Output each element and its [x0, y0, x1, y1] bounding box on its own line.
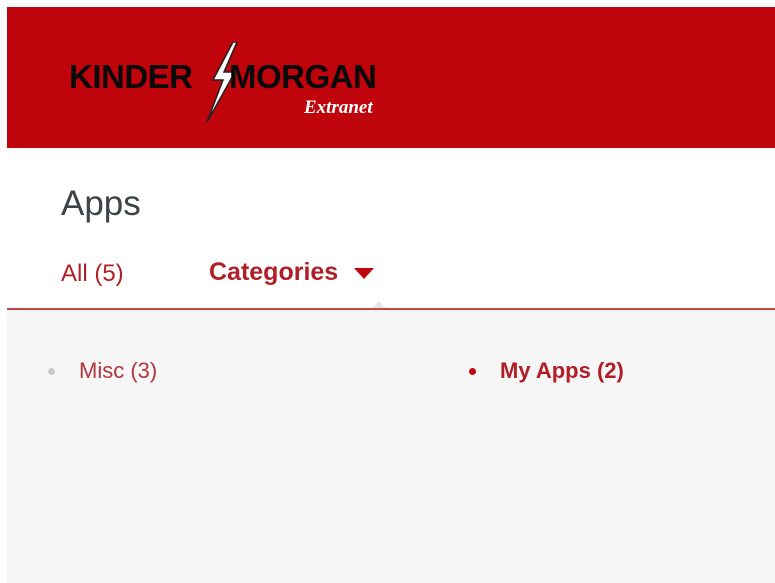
categories-panel: Misc (3) My Apps (2) — [7, 310, 775, 583]
category-label: Misc (3) — [79, 358, 158, 383]
tab-categories-label: Categories — [209, 258, 339, 286]
logo-text-morgan: MORGAN — [229, 58, 377, 95]
logo-text-kinder: KINDER — [69, 58, 193, 95]
tab-all[interactable]: All (5) — [61, 262, 124, 286]
bullet-icon — [469, 368, 476, 375]
bullet-icon — [48, 368, 55, 375]
title-area: Apps All (5) Categories — [7, 148, 775, 309]
tab-categories[interactable]: Categories — [209, 258, 375, 290]
site-header: KINDER MORGAN Extranet — [7, 7, 775, 148]
caret-down-icon — [354, 268, 375, 280]
kinder-morgan-logo[interactable]: KINDER MORGAN Extranet — [69, 42, 419, 122]
logo-subtitle: Extranet — [304, 97, 373, 118]
page-title: Apps — [61, 184, 141, 223]
category-label: My Apps (2) — [500, 358, 624, 383]
app-frame: KINDER MORGAN Extranet Apps All (5) Cate… — [7, 7, 775, 583]
